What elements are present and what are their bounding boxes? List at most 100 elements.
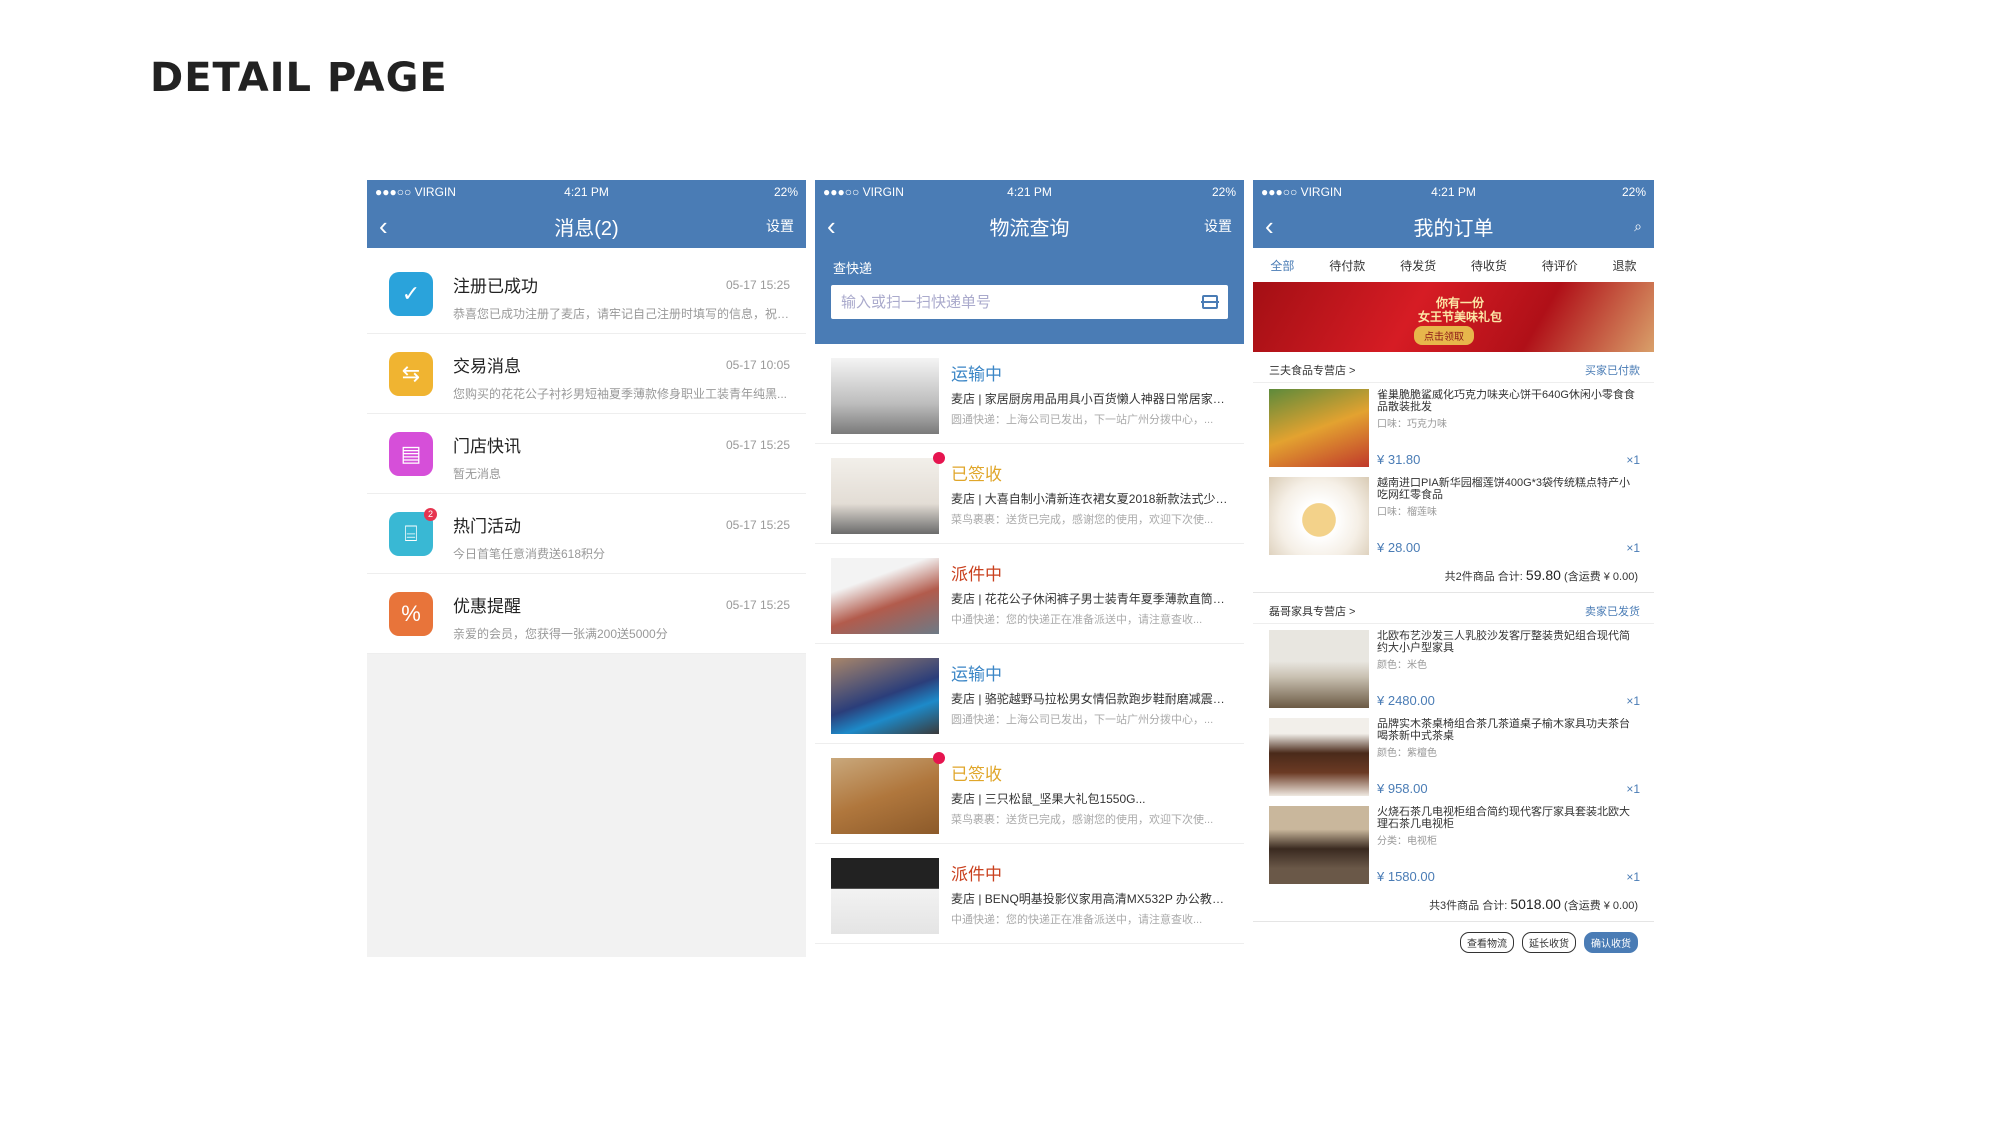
order-item[interactable]: 北欧布艺沙发三人乳胶沙发客厅整装贵妃组合现代简约大小户型家具 颜色：米色 ¥ 248…	[1253, 624, 1654, 712]
message-time: 05-17 15:25	[725, 437, 790, 452]
shop-name[interactable]: 磊哥家具专营店 >	[1269, 603, 1355, 619]
new-dot	[933, 452, 945, 464]
message-header-row: 热门活动 05-17 15:25	[453, 512, 790, 537]
confirm-receipt-button[interactable]: 确认收货	[1584, 932, 1638, 953]
product-thumbnail	[831, 752, 945, 834]
order-item[interactable]: 火烧石茶几电视柜组合简约现代客厅家具套装北欧大理石茶几电视柜 分类：电视柜 ¥ 15…	[1253, 800, 1654, 888]
view-logistics-button[interactable]: 查看物流	[1460, 932, 1514, 953]
orders-header: ●●●○○ VIRGIN 4:21 PM 22% ‹ 我的订单 ⌕	[1253, 180, 1654, 248]
message-item[interactable]: ▤ 门店快讯 05-17 15:25 暂无消息	[367, 414, 806, 494]
message-body: 交易消息 05-17 10:05 您购买的花花公子衬衫男短袖夏季薄款修身职业工装青年…	[453, 348, 790, 402]
product-quantity: ×1	[1626, 453, 1640, 467]
product-thumbnail	[831, 358, 939, 434]
tab-2[interactable]: 待付款	[1329, 257, 1365, 274]
settings-button[interactable]: 设置	[766, 216, 794, 236]
banner-claim-button[interactable]: 点击领取	[1414, 326, 1474, 345]
shipment-product-name: 麦店 | 花花公子休闲裤子男士装青年夏季薄款直筒弹...	[951, 592, 1230, 606]
order-summary-prefix: 共3件商品 合计:	[1429, 900, 1511, 912]
message-preview: 今日首笔任意消费送618积分	[453, 547, 606, 561]
message-preview: 您购买的花花公子衬衫男短袖夏季薄款修身职业工装青年纯黑...	[453, 387, 788, 401]
tab-3[interactable]: 待发货	[1400, 257, 1436, 274]
carrier-label: ●●●○○ VIRGIN	[823, 185, 904, 199]
shop-header: 三夫食品专营店 > 买家已付款	[1253, 352, 1654, 383]
message-item[interactable]: ⌸ 2 热门活动 05-17 15:25 今日首笔任意消费送618积分	[367, 494, 806, 574]
order-item[interactable]: 越南进口PIA新华园榴莲饼400G*3袋传统糕点特产小吃网红零食品 口味：榴莲味 ¥…	[1253, 471, 1654, 559]
shipment-item[interactable]: 已签收 麦店 | 三只松鼠_坚果大礼包1550G... 菜鸟裹裹：送货已完成，感谢您…	[815, 744, 1244, 844]
order-total-amount: 59.80	[1525, 567, 1561, 583]
message-header-row: 注册已成功 05-17 15:25	[453, 272, 790, 297]
product-image	[1269, 630, 1369, 708]
shipment-info: 已签收 麦店 | 三只松鼠_坚果大礼包1550G... 菜鸟裹裹：送货已完成，感谢您…	[951, 758, 1230, 829]
message-body: 注册已成功 05-17 15:25 恭喜您已成功注册了麦店，请牢记自己注册时填写的信…	[453, 268, 790, 322]
logistics-header: ●●●○○ VIRGIN 4:21 PM 22% ‹ 物流查询 设置 查快递	[815, 180, 1244, 344]
shipment-item[interactable]: 运输中 麦店 | 家居厨房用品用具小百货懒人神器日常居家生... 圆通快递：上海公司…	[815, 344, 1244, 444]
product-variant: 颜色：米色	[1377, 660, 1427, 671]
shipment-item[interactable]: 派件中 麦店 | BENQ明基投影仪家用高清MX532P 办公教学... 中通快递：…	[815, 844, 1244, 944]
scan-icon[interactable]	[1201, 295, 1219, 309]
shop-order: 磊哥家具专营店 > 卖家已发货 北欧布艺沙发三人乳胶沙发客厅整装贵妃组合现代简约大小…	[1253, 593, 1654, 922]
product-quantity: ×1	[1626, 782, 1640, 796]
shop-order: 三夫食品专营店 > 买家已付款 雀巢脆脆鲨威化巧克力味夹心饼干640G休闲小零食食品…	[1253, 352, 1654, 593]
order-total: 共3件商品 合计: 5018.00 (含运费 ¥ 0.00)	[1253, 888, 1654, 921]
message-body: 优惠提醒 05-17 15:25 亲爱的会员，您获得一张满200送5000分	[453, 588, 790, 642]
logistics-screen: ●●●○○ VIRGIN 4:21 PM 22% ‹ 物流查询 设置 查快递 运…	[815, 180, 1244, 957]
extend-receipt-button[interactable]: 延长收货	[1522, 932, 1576, 953]
page-title: DETAIL PAGE	[150, 55, 448, 105]
shipment-product-name: 麦店 | BENQ明基投影仪家用高清MX532P 办公教学...	[951, 892, 1230, 906]
screen-title: 我的订单	[1413, 217, 1494, 240]
search-label: 查快递	[833, 261, 873, 276]
tab-6[interactable]: 退款	[1613, 257, 1637, 274]
order-item-info: 北欧布艺沙发三人乳胶沙发客厅整装贵妃组合现代简约大小户型家具 颜色：米色 ¥ 248…	[1377, 630, 1640, 708]
messages-header: ●●●○○ VIRGIN 4:21 PM 22% ‹ 消息(2) 设置	[367, 180, 806, 248]
shipment-status: 派件中	[951, 565, 1002, 584]
shipment-item[interactable]: 运输中 麦店 | 骆驼越野马拉松男女情侣款跑步鞋耐磨减震防... 圆通快递：上海公司…	[815, 644, 1244, 744]
shipment-info: 已签收 麦店 | 大喜自制小清新连衣裙女夏2018新款法式少女... 菜鸟裹裹：送货…	[951, 458, 1230, 529]
product-image	[1269, 718, 1369, 796]
tab-1[interactable]: 全部	[1270, 257, 1294, 274]
shipment-detail: 中通快递：您的快递正在准备派送中，请注意查收...	[951, 914, 1203, 926]
shop-orders: 三夫食品专营店 > 买家已付款 雀巢脆脆鲨威化巧克力味夹心饼干640G休闲小零食食品…	[1253, 352, 1654, 922]
product-thumbnail	[831, 452, 945, 534]
status-bar: ●●●○○ VIRGIN 4:21 PM 22%	[1253, 180, 1654, 204]
message-item[interactable]: ✓ 注册已成功 05-17 15:25 恭喜您已成功注册了麦店，请牢记自己注册时填写的…	[367, 254, 806, 334]
shipment-info: 运输中 麦店 | 骆驼越野马拉松男女情侣款跑步鞋耐磨减震防... 圆通快递：上海公司…	[951, 658, 1230, 729]
shipment-item[interactable]: 已签收 麦店 | 大喜自制小清新连衣裙女夏2018新款法式少女... 菜鸟裹裹：送货…	[815, 444, 1244, 544]
shop-name[interactable]: 三夫食品专营店 >	[1269, 362, 1355, 378]
order-total-amount: 5018.00	[1510, 896, 1561, 912]
shipment-item[interactable]: 派件中 麦店 | 花花公子休闲裤子男士装青年夏季薄款直筒弹... 中通快递：您的快递…	[815, 544, 1244, 644]
coupon-icon: %	[389, 592, 433, 636]
nav-bar: ‹ 物流查询 设置	[815, 204, 1244, 248]
message-body: 热门活动 05-17 15:25 今日首笔任意消费送618积分	[453, 508, 790, 562]
message-preview: 亲爱的会员，您获得一张满200送5000分	[453, 627, 668, 641]
shipment-status: 已签收	[951, 465, 1002, 484]
tracking-input[interactable]	[841, 293, 1202, 311]
settings-button[interactable]: 设置	[1204, 216, 1232, 236]
back-icon[interactable]: ‹	[379, 213, 388, 239]
tab-5[interactable]: 待评价	[1542, 257, 1578, 274]
order-item[interactable]: 雀巢脆脆鲨威化巧克力味夹心饼干640G休闲小零食食品散装批发 口味：巧克力味 ¥ 3…	[1253, 383, 1654, 471]
search-icon[interactable]: ⌕	[1634, 218, 1642, 235]
tab-4[interactable]: 待收货	[1471, 257, 1507, 274]
shipment-status: 运输中	[951, 365, 1002, 384]
product-name: 火烧石茶几电视柜组合简约现代客厅家具套装北欧大理石茶几电视柜	[1377, 806, 1630, 830]
gift-icon: ⌸ 2	[389, 508, 437, 556]
message-preview: 恭喜您已成功注册了麦店，请牢记自己注册时填写的信息，祝您...	[453, 307, 790, 321]
promo-banner[interactable]: 你有一份 女王节美味礼包 点击领取	[1253, 282, 1654, 352]
orders-screen: ●●●○○ VIRGIN 4:21 PM 22% ‹ 我的订单 ⌕ 全部 待付款 待…	[1253, 180, 1654, 957]
banner-title: 你有一份 女王节美味礼包	[1418, 296, 1503, 324]
back-icon[interactable]: ‹	[1265, 213, 1274, 239]
check-icon: ✓	[389, 272, 433, 316]
store-icon: ▤	[389, 432, 433, 476]
message-item[interactable]: % 优惠提醒 05-17 15:25 亲爱的会员，您获得一张满200送5000分	[367, 574, 806, 654]
product-image	[1269, 389, 1369, 467]
product-thumbnail	[831, 858, 939, 934]
shipment-info: 运输中 麦店 | 家居厨房用品用具小百货懒人神器日常居家生... 圆通快递：上海公司…	[951, 358, 1230, 429]
order-item[interactable]: 品牌实木茶桌椅组合茶几茶道桌子榆木家具功夫茶台喝茶新中式茶桌 颜色：紫檀色 ¥ 95…	[1253, 712, 1654, 800]
shipment-list: 运输中 麦店 | 家居厨房用品用具小百货懒人神器日常居家生... 圆通快递：上海公司…	[815, 344, 1244, 944]
back-icon[interactable]: ‹	[827, 213, 836, 239]
shipment-product-name: 麦店 | 骆驼越野马拉松男女情侣款跑步鞋耐磨减震防...	[951, 692, 1230, 706]
product-variant: 分类：电视柜	[1377, 836, 1437, 847]
message-item[interactable]: ⇆ 交易消息 05-17 10:05 您购买的花花公子衬衫男短袖夏季薄款修身职业工装青…	[367, 334, 806, 414]
shipment-detail: 圆通快递：上海公司已发出，下一站广州分拨中心，...	[951, 714, 1214, 726]
order-summary-suffix: (含运费 ¥ 0.00)	[1560, 900, 1638, 912]
